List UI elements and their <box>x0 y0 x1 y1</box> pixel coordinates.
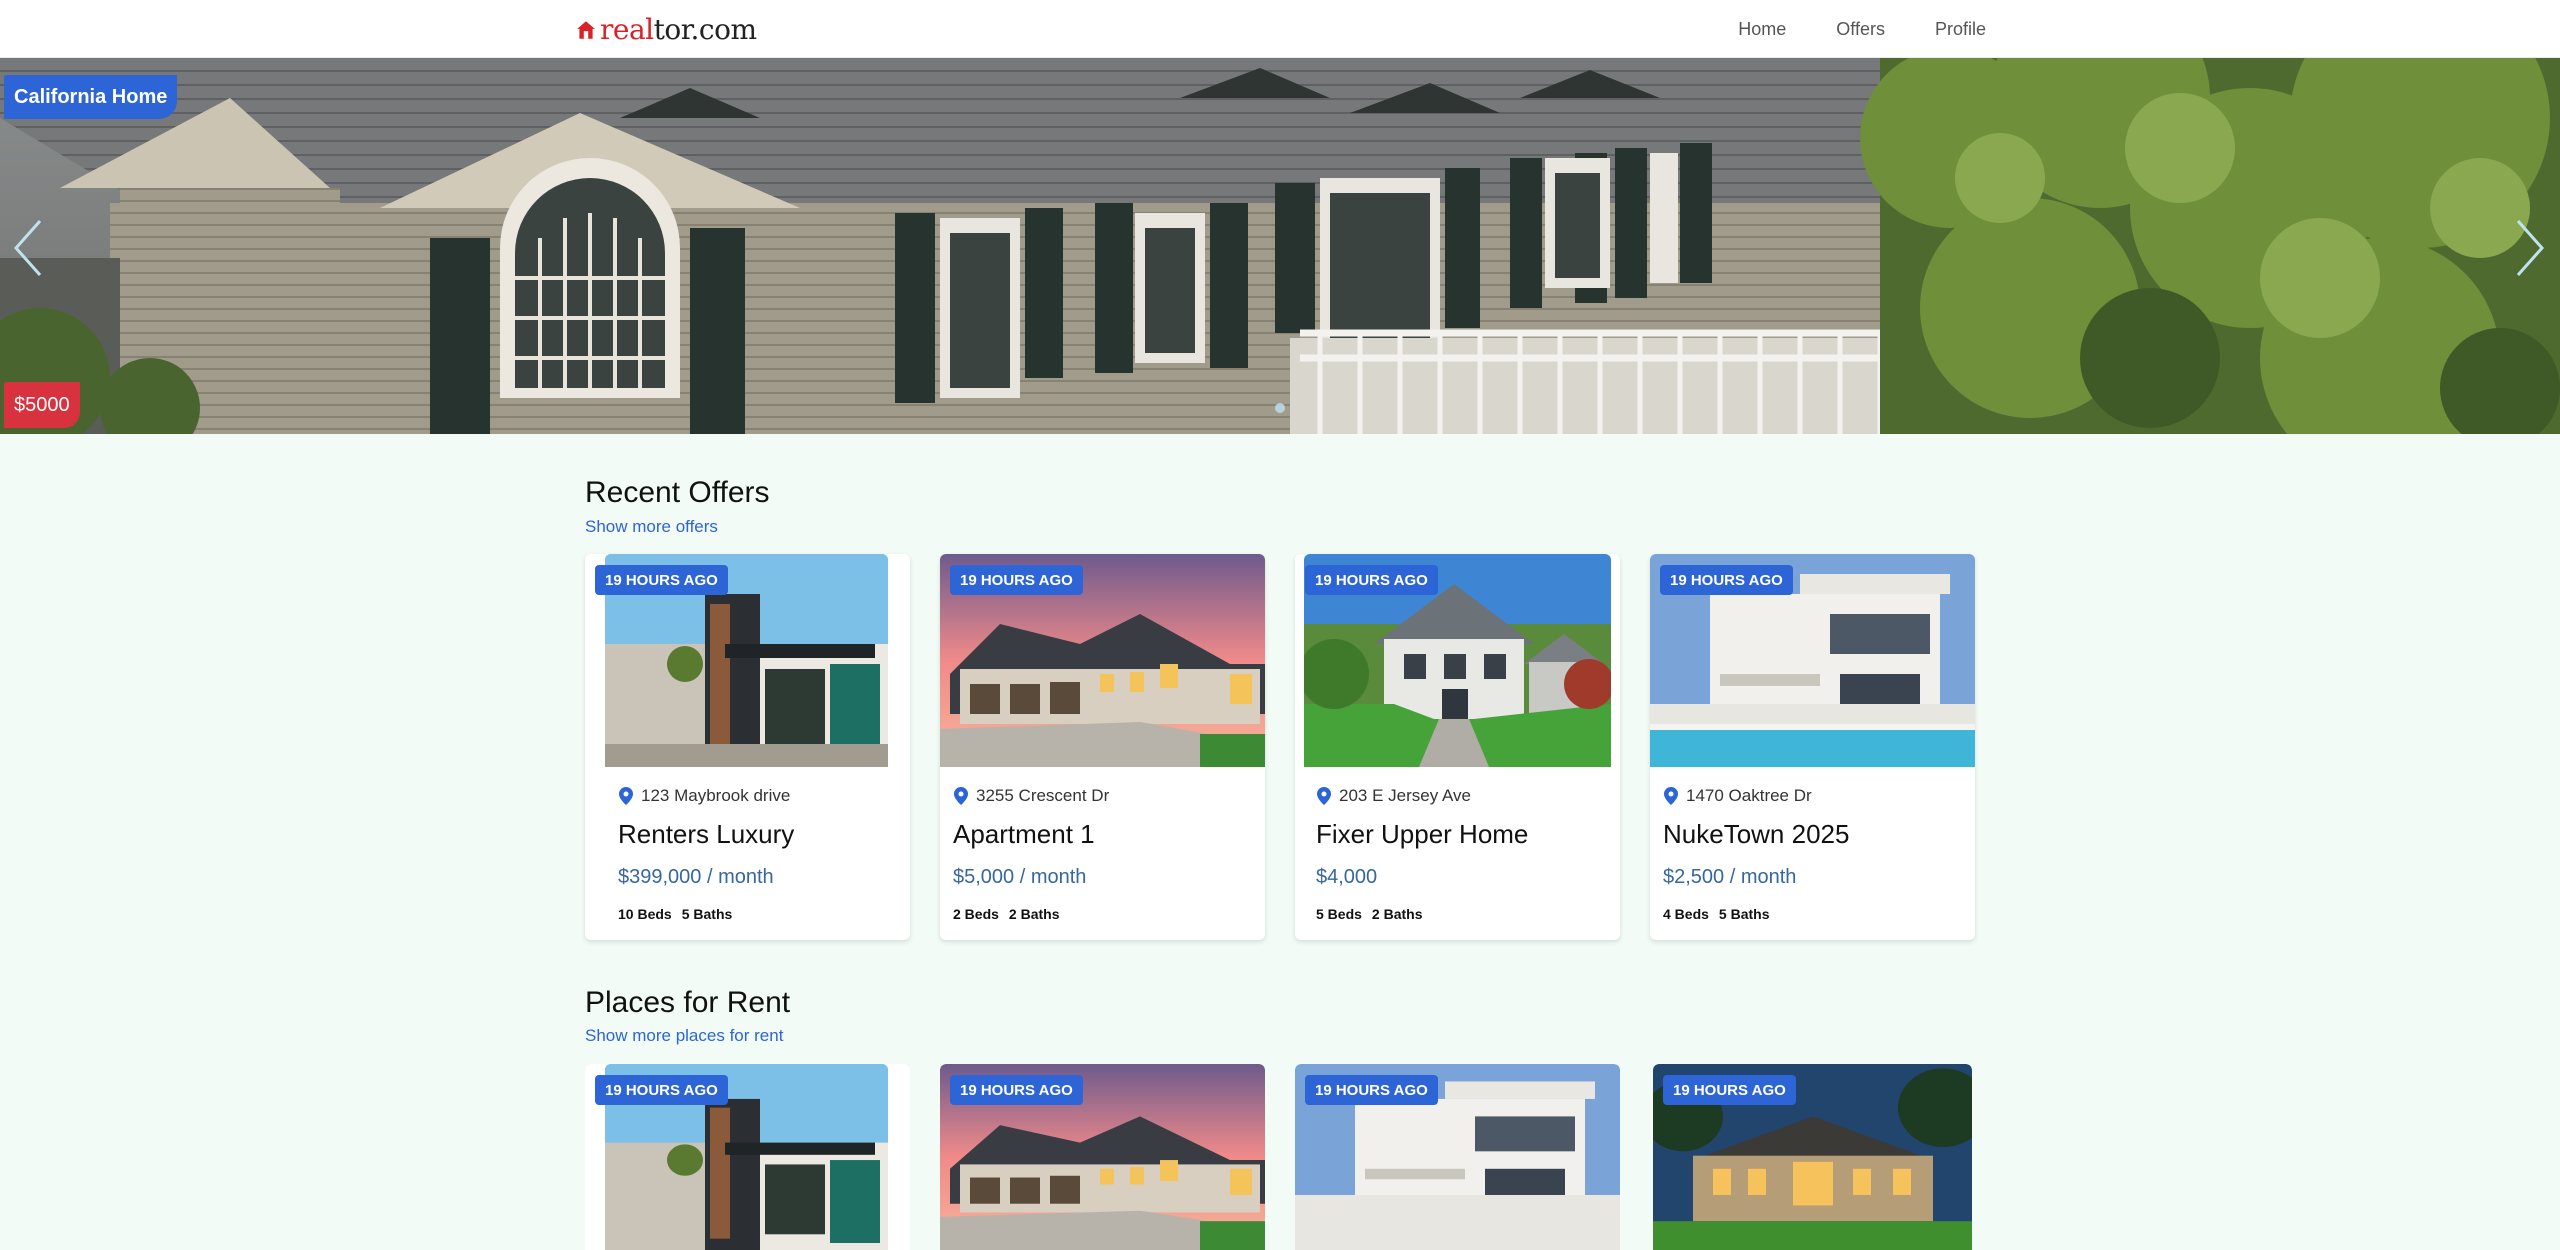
baths: 5 Baths <box>1718 906 1770 922</box>
show-more-rent-link[interactable]: Show more places for rent <box>585 1026 783 1046</box>
map-pin-icon <box>954 787 968 805</box>
map-pin-icon <box>1664 787 1678 805</box>
carousel-indicator-dot[interactable] <box>1275 403 1285 413</box>
rent-card[interactable]: 19 HOURS AGO <box>585 1064 910 1250</box>
chevron-right-icon[interactable] <box>2508 213 2548 283</box>
hero-carousel[interactable]: California Home $5000 <box>0 58 2560 434</box>
address: 203 E Jersey Ave <box>1317 786 1471 806</box>
map-pin-icon <box>619 787 633 805</box>
time-ago-badge: 19 HOURS AGO <box>1660 565 1793 595</box>
offer-card[interactable]: 19 HOURS AGO 123 Maybrook drive Renters … <box>585 554 910 940</box>
beds: 10 Beds <box>618 906 672 922</box>
logo-text-red: real <box>600 13 654 46</box>
beds: 4 Beds <box>1663 906 1709 922</box>
show-more-offers-link[interactable]: Show more offers <box>585 517 718 537</box>
offer-card[interactable]: 19 HOURS AGO 1470 Oaktree Dr NukeTown 20… <box>1650 554 1975 940</box>
nav-link-home[interactable]: Home <box>1738 19 1786 40</box>
places-for-rent-title: Places for Rent <box>585 986 791 1019</box>
time-ago-badge: 19 HOURS AGO <box>950 565 1083 595</box>
property-price: $399,000 / month <box>618 866 774 888</box>
address: 3255 Crescent Dr <box>954 786 1109 806</box>
hero-title-badge: California Home <box>4 75 178 119</box>
beds: 5 Beds <box>1316 906 1362 922</box>
address-text: 203 E Jersey Ave <box>1339 786 1471 805</box>
property-price: $4,000 <box>1316 866 1378 888</box>
property-name: Apartment 1 <box>953 819 1095 849</box>
property-meta: 5 Beds 2 Baths <box>1316 906 1423 922</box>
realtor-logo[interactable]: realtor.com <box>575 13 757 47</box>
beds: 2 Beds <box>953 906 999 922</box>
time-ago-badge: 19 HOURS AGO <box>1305 565 1438 595</box>
time-ago-badge: 19 HOURS AGO <box>1663 1075 1796 1105</box>
map-pin-icon <box>1317 787 1331 805</box>
property-meta: 10 Beds 5 Baths <box>618 906 732 922</box>
property-name: Renters Luxury <box>618 819 795 849</box>
address-text: 123 Maybrook drive <box>641 786 791 805</box>
property-price: $5,000 / month <box>953 866 1087 888</box>
rent-card[interactable]: 19 HOURS AGO <box>1295 1064 1620 1250</box>
property-name: Fixer Upper Home <box>1316 819 1529 849</box>
navbar: realtor.com Home Offers Profile <box>0 0 2560 58</box>
offer-card[interactable]: 19 HOURS AGO 203 E Jersey Ave Fixer Uppe… <box>1295 554 1620 940</box>
baths: 2 Baths <box>1008 906 1060 922</box>
property-meta: 2 Beds 2 Baths <box>953 906 1060 922</box>
time-ago-badge: 19 HOURS AGO <box>950 1075 1083 1105</box>
rent-card[interactable]: 19 HOURS AGO <box>1653 1064 1972 1250</box>
address-text: 1470 Oaktree Dr <box>1686 786 1812 805</box>
hero-price-badge: $5000 <box>4 382 80 428</box>
property-meta: 4 Beds 5 Baths <box>1663 906 1770 922</box>
chevron-left-icon[interactable] <box>10 213 50 283</box>
offer-card[interactable]: 19 HOURS AGO 3255 Crescent Dr Apartment … <box>940 554 1265 940</box>
recent-offers-title: Recent Offers <box>585 476 770 509</box>
rent-card[interactable]: 19 HOURS AGO <box>940 1064 1265 1250</box>
address: 1470 Oaktree Dr <box>1664 786 1812 806</box>
property-price: $2,500 / month <box>1663 866 1797 888</box>
address: 123 Maybrook drive <box>619 786 790 806</box>
nav-link-profile[interactable]: Profile <box>1935 19 1986 40</box>
nav-links: Home Offers Profile <box>1738 0 1986 58</box>
time-ago-badge: 19 HOURS AGO <box>1305 1075 1438 1105</box>
baths: 5 Baths <box>681 906 733 922</box>
house-logo-icon <box>577 21 595 39</box>
time-ago-badge: 19 HOURS AGO <box>595 1075 728 1105</box>
logo-text-dark: tor.com <box>653 13 757 46</box>
address-text: 3255 Crescent Dr <box>976 786 1110 805</box>
property-name: NukeTown 2025 <box>1663 819 1850 849</box>
nav-link-offers[interactable]: Offers <box>1836 19 1885 40</box>
baths: 2 Baths <box>1371 906 1423 922</box>
hero-house-image <box>0 58 2560 434</box>
time-ago-badge: 19 HOURS AGO <box>595 565 728 595</box>
logo-text: realtor.com <box>600 16 757 44</box>
